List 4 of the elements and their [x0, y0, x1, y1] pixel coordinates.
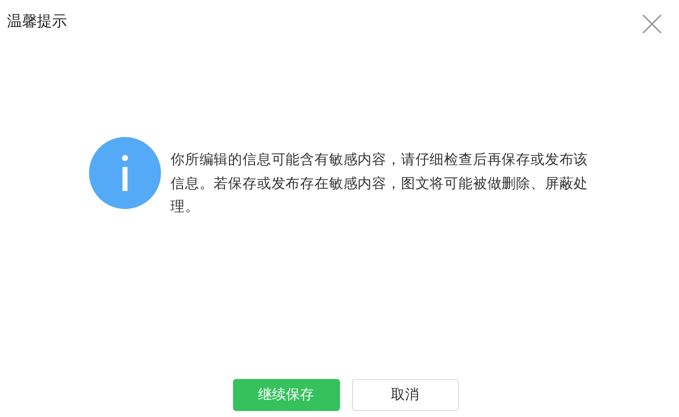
cancel-button[interactable]: 取消 [352, 379, 458, 411]
message-text: 你所编辑的信息可能含有敏感内容，请仔细检查后再保存或发布该信息。若保存或发布存在敏感内容，图文将可能被做删除、屏蔽处理。 [170, 151, 590, 217]
dialog-title: 温馨提示 [6, 11, 67, 30]
info-icon [88, 137, 160, 209]
